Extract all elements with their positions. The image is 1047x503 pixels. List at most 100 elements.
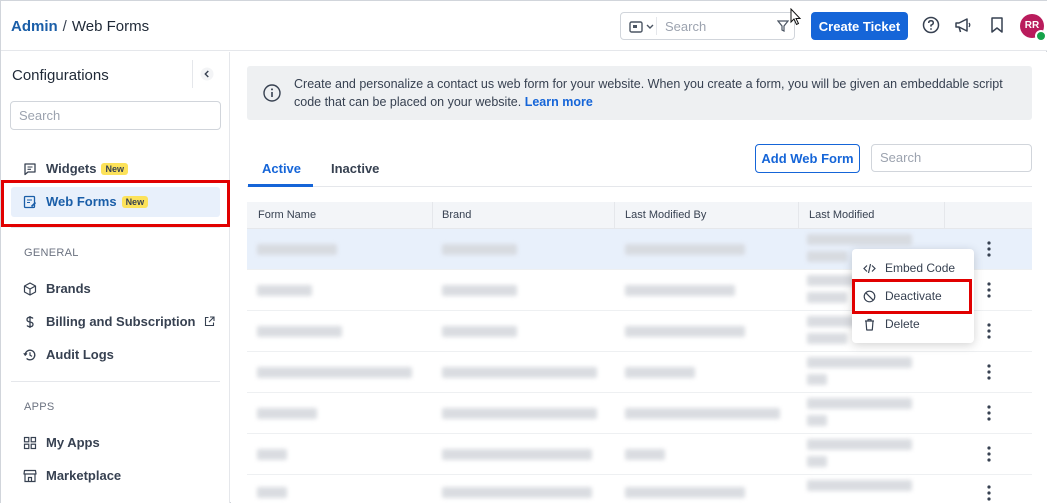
info-icon — [263, 84, 281, 102]
web-forms-search-input[interactable]: Search — [871, 144, 1032, 172]
menu-item-delete[interactable]: Delete — [852, 311, 974, 337]
store-icon — [23, 469, 37, 483]
redacted-modified-date — [807, 357, 912, 368]
breadcrumb: Admin / Web Forms — [11, 18, 149, 35]
redacted-modified-time — [807, 456, 827, 467]
column-header-form-name[interactable]: Form Name — [258, 209, 316, 221]
table-row[interactable] — [247, 352, 1032, 393]
redacted-modified-by — [625, 285, 735, 296]
redacted-modified-by — [625, 408, 780, 419]
external-link-icon — [205, 316, 215, 327]
more-options-icon[interactable] — [987, 282, 991, 298]
scope-icon[interactable] — [629, 20, 657, 34]
dollar-icon — [26, 316, 34, 328]
column-header-last-modified[interactable]: Last Modified — [809, 209, 874, 221]
menu-item-label: Embed Code — [885, 261, 956, 275]
redacted-form-name — [257, 487, 287, 498]
sidebar-divider — [11, 227, 220, 228]
column-divider — [432, 202, 433, 229]
redacted-form-name — [257, 367, 412, 378]
sidebar-item-label: My Apps — [46, 435, 100, 450]
filter-icon[interactable] — [777, 20, 789, 32]
redacted-modified-by — [625, 449, 665, 460]
breadcrumb-separator: / — [62, 18, 67, 35]
top-bar: Admin / Web Forms Search Create Ticket RR — [1, 1, 1047, 51]
add-web-form-button[interactable]: Add Web Form — [755, 144, 860, 173]
cube-icon — [23, 282, 37, 296]
redacted-form-name — [257, 285, 312, 296]
learn-more-link[interactable]: Learn more — [525, 95, 593, 109]
tab-active[interactable]: Active — [262, 161, 301, 176]
megaphone-icon[interactable] — [954, 16, 972, 34]
more-options-icon[interactable] — [987, 364, 991, 380]
info-banner: Create and personalize a contact us web … — [247, 66, 1032, 120]
search-divider — [656, 17, 657, 35]
redacted-brand — [442, 285, 517, 296]
redacted-form-name — [257, 408, 317, 419]
sidebar-item-label: Brands — [46, 281, 91, 296]
column-divider — [798, 202, 799, 229]
redacted-modified-time — [807, 415, 827, 426]
redacted-modified-date — [807, 480, 912, 491]
active-tab-indicator — [248, 184, 313, 187]
redacted-brand — [442, 244, 517, 255]
sidebar-item-my-apps[interactable]: My Apps — [11, 428, 220, 458]
redacted-modified-date — [807, 234, 912, 245]
sidebar-item-label: Widgets New — [46, 161, 128, 176]
redacted-modified-by — [625, 487, 745, 498]
global-search-input[interactable]: Search — [665, 19, 706, 34]
highlight-deactivate-box — [852, 279, 972, 314]
highlight-web-forms-box — [1, 180, 230, 227]
redacted-form-name — [257, 326, 342, 337]
history-icon — [23, 349, 36, 361]
redacted-brand — [442, 367, 597, 378]
message-icon — [24, 163, 36, 176]
sidebar-item-brands[interactable]: Brands — [11, 274, 220, 304]
redacted-modified-by — [625, 326, 745, 337]
menu-item-label: Delete — [885, 317, 920, 331]
collapse-sidebar-button[interactable] — [192, 60, 220, 88]
breadcrumb-current: Web Forms — [71, 18, 150, 35]
info-text: Create and personalize a contact us web … — [294, 77, 1003, 109]
more-options-icon[interactable] — [987, 485, 991, 501]
redacted-modified-time — [807, 333, 847, 344]
bookmark-icon[interactable] — [988, 16, 1006, 34]
help-icon[interactable] — [922, 16, 940, 34]
redacted-brand — [442, 487, 592, 498]
column-divider — [614, 202, 615, 229]
redacted-modified-by — [625, 244, 745, 255]
table-row[interactable] — [247, 393, 1032, 434]
create-ticket-button[interactable]: Create Ticket — [811, 12, 908, 40]
menu-item-embed-code[interactable]: Embed Code — [852, 255, 974, 281]
redacted-modified-by — [625, 367, 695, 378]
sidebar-divider — [11, 381, 220, 382]
breadcrumb-admin-link[interactable]: Admin — [11, 18, 58, 35]
table-row[interactable] — [247, 434, 1032, 475]
sidebar-search-input[interactable]: Search — [10, 101, 221, 130]
redacted-modified-date — [807, 439, 912, 450]
sidebar-title: Configurations — [12, 67, 109, 84]
sidebar-item-label: Marketplace — [46, 468, 122, 483]
global-search[interactable]: Search — [620, 12, 795, 40]
redacted-form-name — [257, 449, 287, 460]
section-label-general: GENERAL — [24, 247, 79, 259]
column-header-brand[interactable]: Brand — [442, 209, 471, 221]
sidebar-item-audit-logs[interactable]: Audit Logs — [11, 340, 220, 370]
new-badge: New — [101, 163, 128, 175]
mouse-cursor-icon — [790, 8, 802, 26]
sidebar-item-marketplace[interactable]: Marketplace — [11, 461, 220, 491]
more-options-icon[interactable] — [987, 323, 991, 339]
table-row[interactable] — [247, 475, 1032, 503]
more-options-icon[interactable] — [987, 405, 991, 421]
redacted-modified-time — [807, 251, 847, 262]
more-options-icon[interactable] — [987, 241, 991, 257]
grid-icon — [23, 436, 37, 450]
column-divider — [944, 202, 945, 229]
chevron-left-icon — [200, 67, 214, 81]
column-header-last-modified-by[interactable]: Last Modified By — [625, 209, 706, 221]
redacted-brand — [442, 449, 592, 460]
tab-inactive[interactable]: Inactive — [331, 161, 379, 176]
more-options-icon[interactable] — [987, 446, 991, 462]
sidebar-item-billing[interactable]: Billing and Subscription — [11, 307, 220, 337]
sidebar-item-label: Billing and Subscription — [46, 314, 215, 329]
